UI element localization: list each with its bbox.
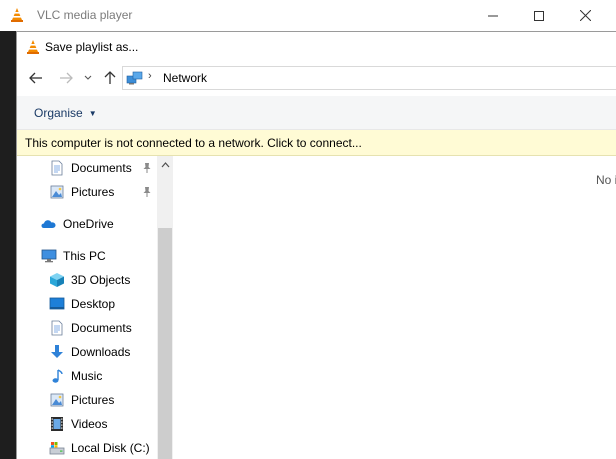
nav-item-label: Music	[71, 369, 103, 383]
scroll-thumb[interactable]	[158, 228, 172, 459]
arrow-left-icon	[29, 72, 42, 84]
forward-button[interactable]	[55, 67, 77, 89]
nav-item-music[interactable]: Music	[49, 365, 102, 387]
nav-item-label: Local Disk (C:)	[71, 441, 150, 455]
nav-item-desktop[interactable]: Desktop	[49, 293, 115, 315]
nav-item-label: Pictures	[71, 185, 115, 199]
3d-objects-icon	[50, 273, 64, 287]
nav-item-documents[interactable]: Documents	[49, 317, 132, 339]
arrow-up-icon	[104, 71, 116, 84]
save-playlist-dialog: Save playlist as... › Network Organise ▼…	[16, 31, 616, 459]
dialog-title-bar: Save playlist as...	[17, 32, 616, 62]
pin-icon	[143, 163, 151, 173]
network-icon	[126, 71, 143, 85]
nav-item-downloads[interactable]: Downloads	[49, 341, 130, 363]
vlc-cone-icon	[11, 8, 23, 22]
nav-item-label: Pictures	[71, 393, 115, 407]
breadcrumb-separator-icon: ›	[148, 70, 152, 82]
pin-icon	[143, 187, 151, 197]
nav-item-label: Downloads	[71, 345, 131, 359]
organise-label: Organise	[34, 106, 83, 120]
up-button[interactable]	[99, 67, 121, 89]
close-button[interactable]	[562, 0, 608, 31]
vlc-title-bar: VLC media player	[0, 0, 616, 31]
file-list-area[interactable]: No i	[173, 156, 616, 459]
nav-item-label: Desktop	[71, 297, 116, 311]
vlc-cone-icon	[27, 40, 39, 54]
onedrive-icon	[41, 220, 56, 228]
downloads-icon	[51, 345, 63, 358]
address-bar[interactable]: › Network	[122, 66, 616, 90]
this-pc-icon	[41, 249, 57, 263]
nav-item-label: Documents	[71, 321, 132, 335]
nav-item-label: This PC	[63, 249, 106, 263]
recent-locations-button[interactable]	[81, 67, 95, 89]
vlc-window-title: VLC media player	[37, 8, 133, 22]
caret-down-icon: ▼	[88, 108, 97, 118]
maximize-button[interactable]	[516, 0, 562, 31]
chevron-down-icon	[84, 75, 92, 80]
nav-item-onedrive[interactable]: OneDrive	[41, 213, 114, 235]
arrow-right-icon	[60, 72, 73, 84]
minimize-icon	[488, 15, 498, 16]
documents-icon	[51, 160, 63, 176]
navigation-pane: Documents Pictures OneDrive This PC 3D O…	[17, 156, 173, 459]
music-icon	[52, 369, 63, 383]
vlc-main-area	[0, 31, 17, 459]
pictures-icon	[50, 393, 64, 407]
nav-item-this-pc[interactable]: This PC	[41, 245, 106, 267]
minimize-button[interactable]	[470, 0, 516, 31]
navigation-bar: › Network	[17, 63, 616, 95]
nav-item-pictures[interactable]: Pictures	[49, 389, 114, 411]
info-bar-message: This computer is not connected to a netw…	[25, 136, 362, 150]
organise-button[interactable]: Organise ▼	[34, 106, 97, 120]
nav-item-label: 3D Objects	[71, 273, 131, 287]
videos-icon	[51, 417, 63, 431]
back-button[interactable]	[25, 67, 47, 89]
nav-item-label: OneDrive	[63, 217, 114, 231]
documents-icon	[51, 320, 63, 336]
command-toolbar: Organise ▼	[17, 96, 616, 130]
nav-item-3d-objects[interactable]: 3D Objects	[49, 269, 130, 291]
dialog-title: Save playlist as...	[45, 40, 139, 54]
chevron-up-icon	[161, 162, 169, 168]
local-disk-icon	[49, 442, 65, 455]
network-info-bar[interactable]: This computer is not connected to a netw…	[17, 130, 616, 156]
desktop-icon	[49, 297, 65, 310]
pictures-icon	[50, 185, 64, 199]
close-icon	[579, 10, 591, 21]
empty-folder-text: No i	[596, 173, 616, 187]
maximize-icon	[534, 10, 544, 21]
nav-item-videos[interactable]: Videos	[49, 413, 107, 435]
nav-item-local-disk[interactable]: Local Disk (C:)	[49, 437, 150, 459]
nav-item-label: Videos	[71, 417, 108, 431]
nav-item-quick-pictures[interactable]: Pictures	[49, 181, 114, 203]
breadcrumb-network[interactable]: Network	[163, 71, 207, 85]
nav-item-label: Documents	[71, 161, 132, 175]
nav-pane-scrollbar[interactable]	[157, 156, 173, 459]
scroll-up-button[interactable]	[157, 156, 173, 174]
nav-item-quick-documents[interactable]: Documents	[49, 157, 132, 179]
